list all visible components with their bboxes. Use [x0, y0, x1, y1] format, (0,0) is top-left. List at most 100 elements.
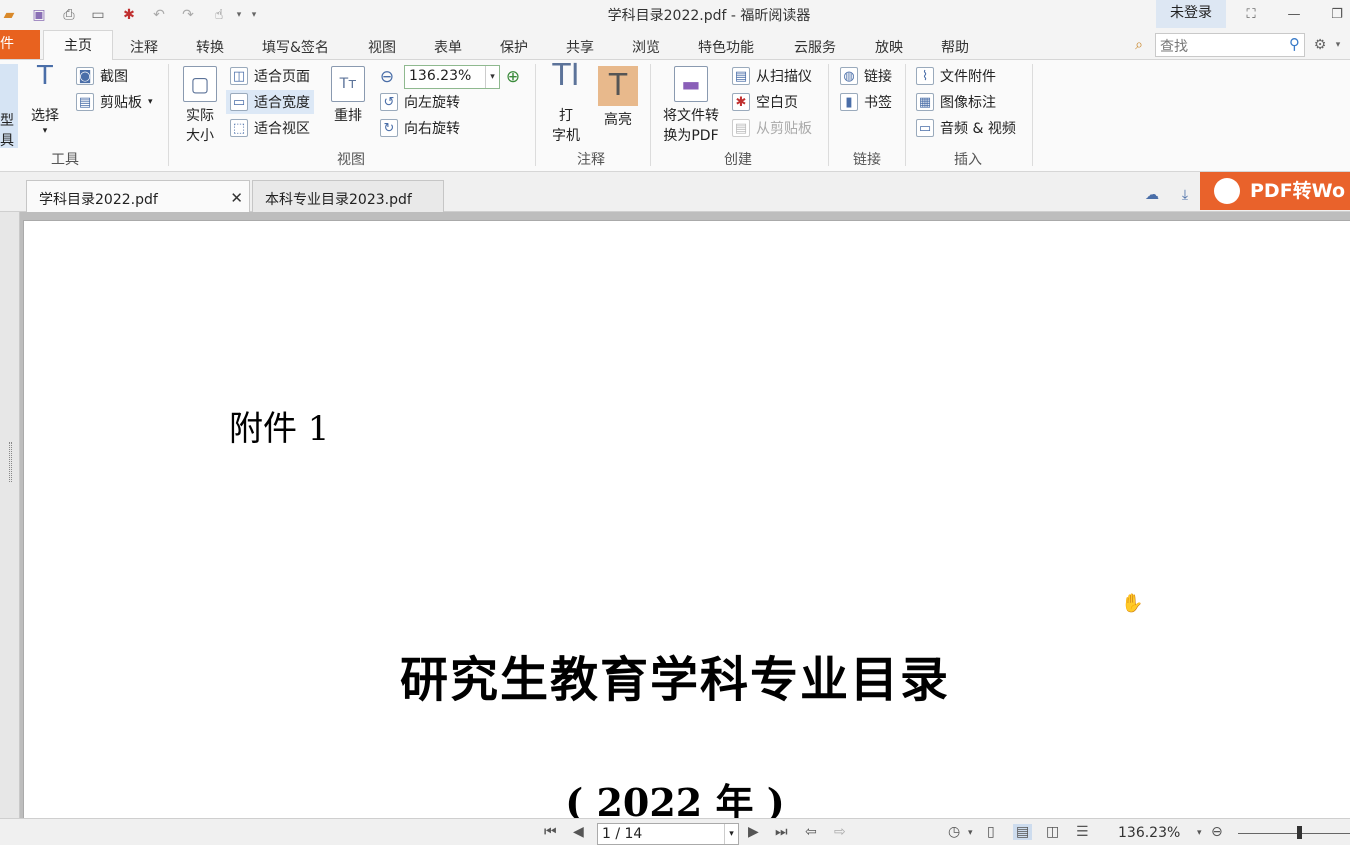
download-icon[interactable]: ⤓	[1176, 186, 1194, 204]
tab-slideshow[interactable]: 放映	[875, 37, 903, 57]
continuous-page-icon[interactable]: ▤	[1013, 824, 1033, 840]
pdf-to-word-banner[interactable]: PDF转Wo	[1200, 172, 1350, 210]
actual-size-button[interactable]: ▢ 实际 大小	[178, 66, 222, 146]
hand-tool-button[interactable]: 型 具	[0, 64, 18, 149]
rotate-left-button[interactable]: ↺ 向左旋转	[380, 92, 460, 112]
cloud-icon[interactable]: ☁	[1143, 186, 1161, 204]
settings-gear-icon[interactable]: ⚙	[1311, 36, 1329, 54]
separator	[168, 64, 169, 166]
clipboard-icon: ▤	[76, 93, 94, 111]
tab-fill-sign[interactable]: 填写&签名	[262, 37, 329, 57]
rotate-right-icon: ↻	[380, 119, 398, 137]
zoom-in-icon[interactable]: ⊕	[504, 67, 522, 87]
previous-view-icon[interactable]: ⇦	[805, 824, 817, 840]
navigation-panel-handle[interactable]	[0, 212, 20, 818]
next-view-icon[interactable]: ⇨	[834, 824, 846, 840]
first-page-icon[interactable]: ⏮	[544, 824, 557, 840]
highlight-icon: T	[598, 66, 638, 106]
image-annotation-button[interactable]: ▦ 图像标注	[916, 92, 996, 112]
rotate-right-button[interactable]: ↻ 向右旋转	[380, 118, 460, 138]
tab-share[interactable]: 共享	[566, 37, 594, 57]
typewriter-button[interactable]: TI 打 字机	[544, 61, 588, 146]
image-icon: ▦	[916, 93, 934, 111]
zoom-out-icon[interactable]: ⊖	[1211, 824, 1223, 840]
tab-file[interactable]: 件	[0, 30, 40, 59]
facing-pages-icon[interactable]: ◫	[1046, 824, 1059, 840]
group-label-links: 链接	[853, 152, 881, 168]
fit-page-button[interactable]: ◫ 适合页面	[230, 66, 310, 86]
fullscreen-icon[interactable]: ⛶	[1240, 4, 1262, 24]
actual-size-icon: ▢	[183, 66, 217, 102]
ribbon-tabs: 件 主页 注释 转换 填写&签名 视图 表单 保护 共享 浏览 特色功能 云服务…	[0, 30, 1350, 61]
next-page-icon[interactable]: ▶	[748, 824, 759, 840]
login-button[interactable]: 未登录	[1156, 0, 1226, 28]
file-attachment-button[interactable]: ⌇ 文件附件	[916, 66, 996, 86]
highlight-label: 高亮	[604, 112, 632, 128]
auto-scroll-dropdown-icon[interactable]: ▾	[968, 828, 973, 838]
zoom-status: 136.23%	[1118, 825, 1181, 841]
select-label: 选择	[31, 108, 59, 124]
search-input[interactable]: 查找 ⚲	[1155, 33, 1305, 57]
page-number-input[interactable]: 1 / 14 ▾	[597, 823, 739, 845]
tab-features[interactable]: 特色功能	[698, 37, 754, 57]
from-scanner-button[interactable]: ▤ 从扫描仪	[732, 66, 812, 86]
reflow-button[interactable]: Tт 重排	[328, 66, 368, 126]
screenshot-label: 截图	[100, 69, 128, 85]
restore-icon[interactable]: ❐	[1326, 4, 1348, 24]
tab-convert[interactable]: 转换	[196, 37, 224, 57]
rotate-right-label: 向右旋转	[404, 121, 460, 137]
page-dropdown-icon[interactable]: ▾	[724, 824, 738, 844]
zoom-slider-thumb[interactable]	[1297, 826, 1302, 839]
panel-grip-icon[interactable]	[9, 442, 12, 482]
tab-help[interactable]: 帮助	[941, 37, 969, 57]
minimize-icon[interactable]: —	[1283, 4, 1305, 24]
tab-protect[interactable]: 保护	[500, 37, 528, 57]
title-bar: ▰ ▣ ⎙ ▭ ✱ ↶ ↷ ☝ ▾ ▾ 学科目录2022.pdf - 福昕阅读器…	[0, 0, 1350, 30]
fit-width-button[interactable]: ▭ 适合宽度	[226, 90, 314, 114]
zoom-input[interactable]: 136.23% ▾	[404, 65, 500, 89]
search-icon[interactable]: ⚲	[1289, 35, 1300, 53]
tab-comment[interactable]: 注释	[130, 37, 158, 57]
zoom-slider-track[interactable]	[1238, 833, 1350, 834]
zoom-dropdown-icon[interactable]: ▾	[1197, 828, 1202, 838]
close-icon[interactable]: ✕	[230, 189, 243, 207]
single-page-icon[interactable]: ▯	[987, 824, 995, 840]
document-view[interactable]: 附件 1 ✋ 研究生教育学科专业目录 ( 2022 年 )	[0, 212, 1350, 825]
tab-cloud[interactable]: 云服务	[794, 37, 836, 57]
find-folder-icon[interactable]: ⌕	[1130, 36, 1148, 54]
tab-view[interactable]: 视图	[368, 37, 396, 57]
select-tool-button[interactable]: T 选择 ▾	[24, 63, 66, 136]
hand-cursor-icon: ✋	[1121, 593, 1144, 614]
select-dropdown-icon: ▾	[42, 126, 48, 136]
from-clipboard-button[interactable]: ▤ 从剪贴板	[732, 118, 812, 138]
tab-form[interactable]: 表单	[434, 37, 462, 57]
continuous-facing-icon[interactable]: ☰	[1076, 824, 1089, 840]
bookmark-label: 书签	[864, 95, 892, 111]
tab-home[interactable]: 主页	[43, 30, 113, 61]
clipboard-button[interactable]: ▤ 剪贴板 ▾	[76, 92, 153, 112]
fit-view-button[interactable]: ⬚ 适合视区	[230, 118, 310, 138]
blank-page-button[interactable]: ✱ 空白页	[732, 92, 798, 112]
typewriter-label-2: 字机	[552, 128, 580, 144]
auto-scroll-icon[interactable]: ◷	[948, 824, 960, 840]
screenshot-button[interactable]: ◙ 截图	[76, 66, 128, 86]
audio-video-button[interactable]: ▭ 音频 & 视频	[916, 118, 1016, 138]
group-label-insert: 插入	[954, 152, 982, 168]
pdf-page[interactable]: 附件 1 ✋	[23, 220, 1350, 818]
settings-dropdown-icon[interactable]: ▾	[1329, 36, 1347, 54]
doc-tab-active[interactable]: 学科目录2022.pdf ✕	[26, 180, 250, 212]
fit-page-label: 适合页面	[254, 69, 310, 85]
link-button[interactable]: ◍ 链接	[840, 66, 892, 86]
convert-to-pdf-button[interactable]: ▬ 将文件转 换为PDF	[658, 66, 724, 146]
hand-tool-label: 型	[0, 113, 14, 129]
last-page-icon[interactable]: ⏭	[775, 824, 788, 840]
doc-tab[interactable]: 本科专业目录2023.pdf	[252, 180, 444, 212]
status-bar: ⏮ ◀ 1 / 14 ▾ ▶ ⏭ ⇦ ⇨ ◷ ▾ ▯ ▤ ◫ ☰ 136.23%…	[0, 818, 1350, 845]
bookmark-button[interactable]: ▮ 书签	[840, 92, 892, 112]
zoom-dropdown-icon[interactable]: ▾	[485, 66, 499, 88]
highlight-button[interactable]: T 高亮	[596, 66, 640, 130]
tab-browse[interactable]: 浏览	[632, 37, 660, 57]
zoom-out-icon[interactable]: ⊖	[378, 67, 396, 87]
separator	[1032, 64, 1033, 166]
previous-page-icon[interactable]: ◀	[573, 824, 584, 840]
